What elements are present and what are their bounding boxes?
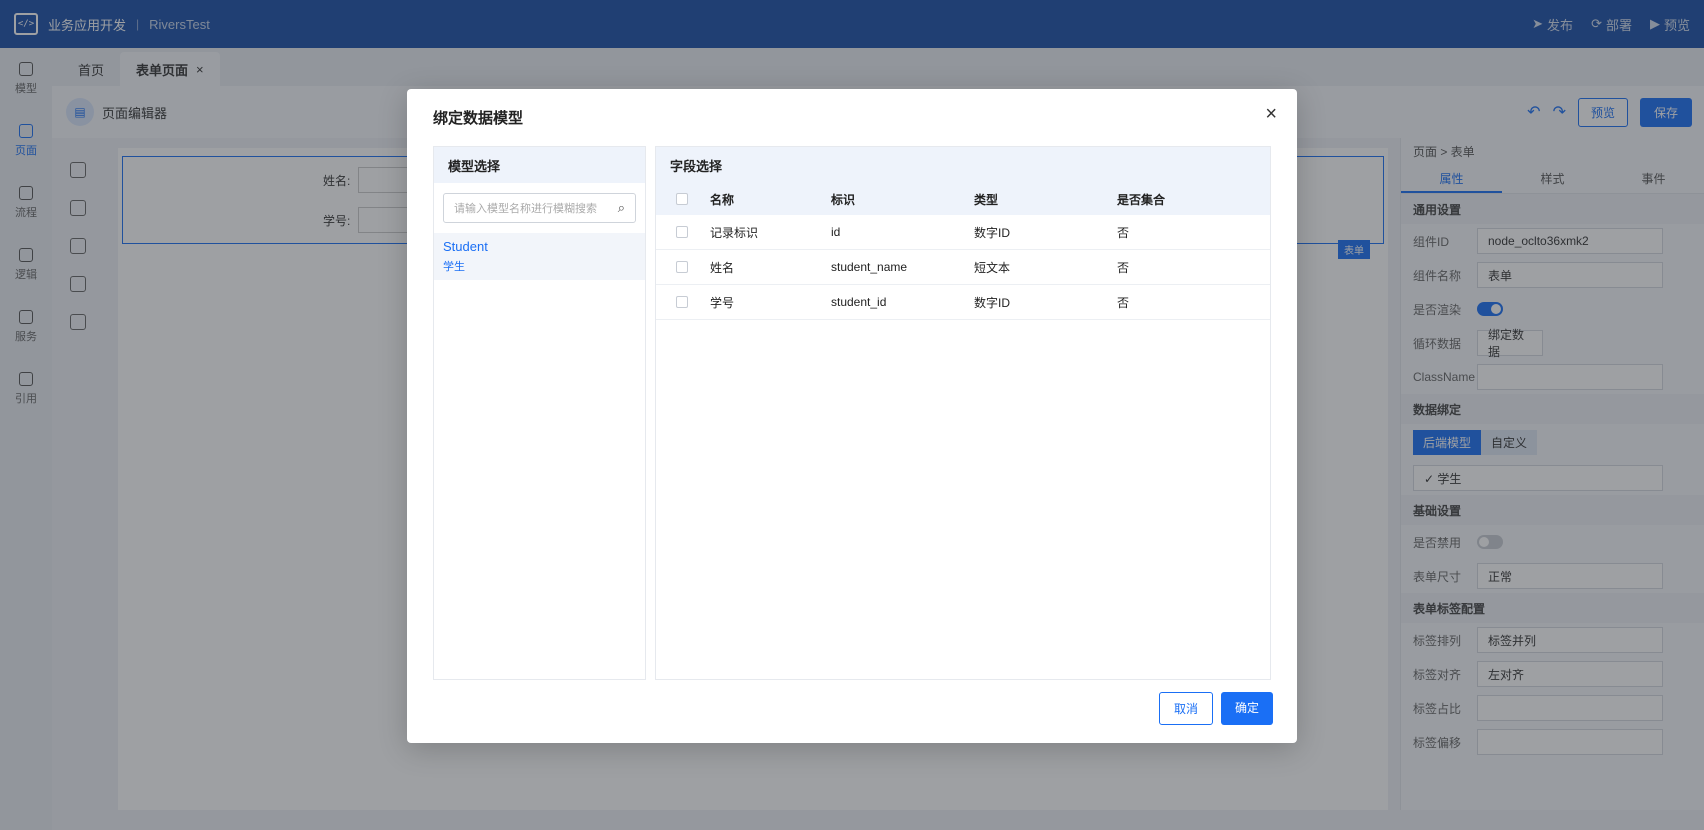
dialog-title: 绑定数据模型 [433,110,524,127]
search-icon[interactable]: ⌕ [618,200,625,216]
table-row[interactable]: 记录标识 id 数字ID 否 [656,215,1270,250]
model-panel-title: 模型选择 [434,147,645,183]
cancel-button[interactable]: 取消 [1158,692,1213,725]
select-all-checkbox[interactable] [676,193,688,205]
table-row[interactable]: 学号 student_id 数字ID 否 [656,285,1270,320]
row-checkbox[interactable] [676,261,688,273]
table-header: 名称 标识 类型 是否集合 [656,183,1270,215]
row-checkbox[interactable] [676,296,688,308]
model-name: Student [443,239,488,254]
field-panel-title: 字段选择 [670,158,723,174]
row-checkbox[interactable] [676,226,688,238]
field-select-panel: 字段选择 名称 标识 类型 是否集合 记录标识 id 数字ID 否 姓名 stu… [655,146,1271,680]
model-item-student[interactable]: Student 学生 [434,233,645,280]
table-row[interactable]: 姓名 student_name 短文本 否 [656,250,1270,285]
model-search-input[interactable]: 请输入模型名称进行模糊搜索 ⌕ [443,193,636,223]
model-select-panel: 模型选择 请输入模型名称进行模糊搜索 ⌕ Student 学生 [433,146,646,680]
bind-model-dialog: 绑定数据模型 × 模型选择 请输入模型名称进行模糊搜索 ⌕ Student 学生… [407,89,1297,743]
confirm-button[interactable]: 确定 [1220,692,1273,725]
close-icon[interactable]: × [1265,103,1277,126]
model-label: 学生 [443,261,465,273]
